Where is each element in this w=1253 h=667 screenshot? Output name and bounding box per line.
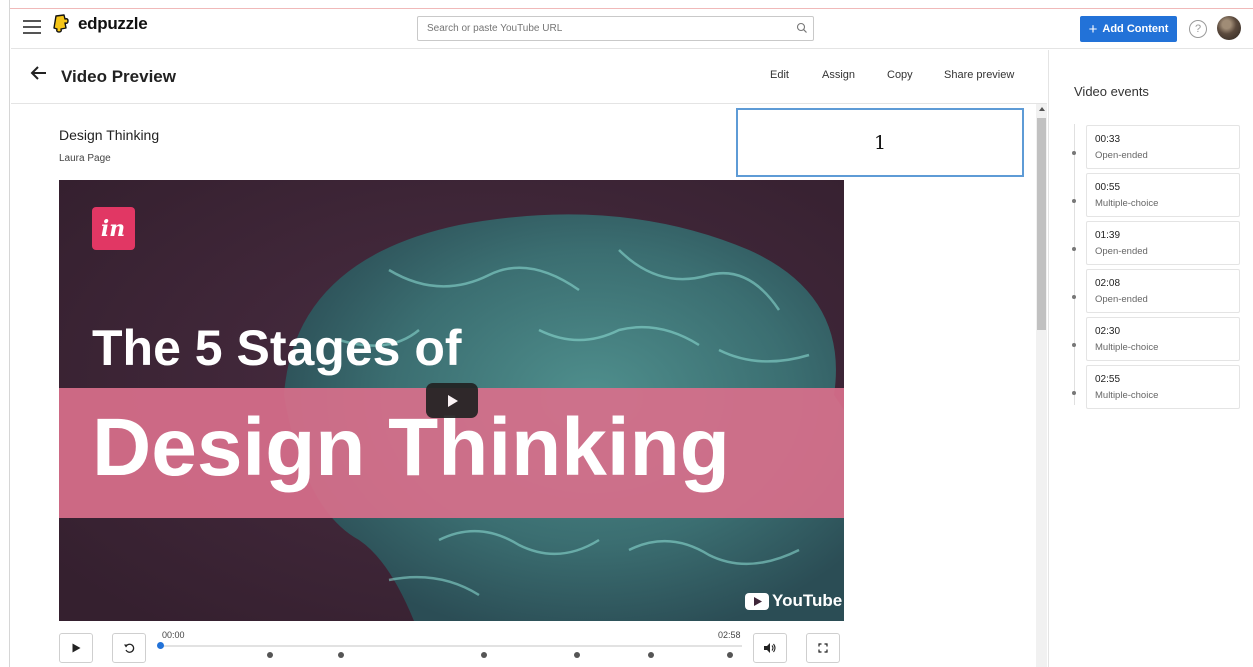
progress-track[interactable] — [160, 645, 742, 647]
plus-icon: + — [1088, 20, 1098, 38]
search-input[interactable] — [417, 16, 814, 41]
add-content-label: Add Content — [1102, 23, 1169, 35]
progress-scrubber[interactable] — [157, 642, 164, 649]
event-type: Multiple-choice — [1095, 390, 1159, 401]
page-header: Video Preview Edit Assign Copy Share pre… — [11, 50, 1047, 104]
thumbnail-heading-line1: The 5 Stages of — [92, 320, 462, 376]
replay-icon — [124, 643, 135, 653]
play-overlay-button[interactable] — [426, 383, 478, 418]
event-type: Open-ended — [1095, 150, 1148, 161]
event-type: Multiple-choice — [1095, 342, 1159, 353]
play-icon — [448, 394, 458, 407]
youtube-play-icon — [745, 592, 769, 610]
window-left-edge — [0, 0, 10, 667]
video-author: Laura Page — [59, 153, 111, 164]
fullscreen-button[interactable] — [806, 633, 840, 663]
share-preview-button[interactable]: Share preview — [944, 69, 1014, 81]
logo-wordmark: edpuzzle — [78, 14, 148, 33]
play-icon — [72, 643, 81, 653]
page-title: Video Preview — [61, 67, 176, 86]
video-events-title: Video events — [1074, 84, 1149, 99]
event-time: 01:39 — [1095, 230, 1121, 241]
event-item[interactable]: 02:08 Open-ended — [1086, 269, 1240, 313]
event-time: 02:08 — [1095, 278, 1121, 289]
video-title: Design Thinking — [59, 127, 160, 143]
events-timeline — [1074, 124, 1075, 405]
event-time: 02:30 — [1095, 326, 1121, 337]
event-dot — [1072, 199, 1076, 203]
duration-time: 02:58 — [718, 630, 741, 640]
play-button[interactable] — [59, 633, 93, 663]
current-time: 00:00 — [162, 630, 185, 640]
event-item[interactable]: 01:39 Open-ended — [1086, 221, 1240, 265]
speaker-icon — [764, 643, 776, 653]
youtube-label: YouTube — [772, 591, 843, 610]
question-marker[interactable] — [574, 652, 580, 658]
event-dot — [1072, 391, 1076, 395]
annotation-label: 1 — [873, 131, 887, 154]
scroll-up-arrow-icon[interactable] — [1039, 107, 1045, 111]
search-icon[interactable] — [796, 22, 808, 34]
event-time: 00:33 — [1095, 134, 1121, 145]
question-marker[interactable] — [481, 652, 487, 658]
user-avatar[interactable] — [1217, 16, 1241, 40]
copy-button[interactable]: Copy — [887, 69, 913, 81]
help-icon[interactable]: ? — [1189, 20, 1207, 38]
question-marker[interactable] — [338, 652, 344, 658]
edit-button[interactable]: Edit — [770, 69, 789, 81]
event-dot — [1072, 295, 1076, 299]
hamburger-menu-icon[interactable] — [23, 19, 41, 34]
event-item[interactable]: 00:55 Multiple-choice — [1086, 173, 1240, 217]
event-item[interactable]: 02:55 Multiple-choice — [1086, 365, 1240, 409]
edpuzzle-logo[interactable]: edpuzzle — [52, 13, 148, 35]
top-navigation-bar: edpuzzle + Add Content ? — [11, 9, 1253, 49]
volume-button[interactable] — [753, 633, 787, 663]
thumbnail-heading-line2: Design Thinking — [92, 402, 730, 493]
event-dot — [1072, 151, 1076, 155]
add-content-button[interactable]: + Add Content — [1080, 16, 1177, 42]
annotation-label-box: 1 — [736, 108, 1024, 177]
youtube-watermark: YouTube — [745, 591, 842, 611]
puzzle-logo-icon — [53, 14, 69, 33]
invision-logo-text: in — [101, 216, 125, 242]
event-time: 00:55 — [1095, 182, 1121, 193]
question-marker[interactable] — [267, 652, 273, 658]
assign-button[interactable]: Assign — [822, 69, 855, 81]
event-dot — [1072, 247, 1076, 251]
event-type: Open-ended — [1095, 246, 1148, 257]
event-dot — [1072, 343, 1076, 347]
rewind-button[interactable] — [112, 633, 146, 663]
event-item[interactable]: 02:30 Multiple-choice — [1086, 317, 1240, 361]
event-type: Open-ended — [1095, 294, 1148, 305]
question-marker[interactable] — [648, 652, 654, 658]
fullscreen-icon — [818, 643, 828, 653]
event-type: Multiple-choice — [1095, 198, 1159, 209]
scrollbar-thumb[interactable] — [1037, 118, 1046, 330]
event-item[interactable]: 00:33 Open-ended — [1086, 125, 1240, 169]
event-time: 02:55 — [1095, 374, 1121, 385]
back-arrow-icon[interactable] — [30, 64, 48, 82]
question-marker[interactable] — [727, 652, 733, 658]
